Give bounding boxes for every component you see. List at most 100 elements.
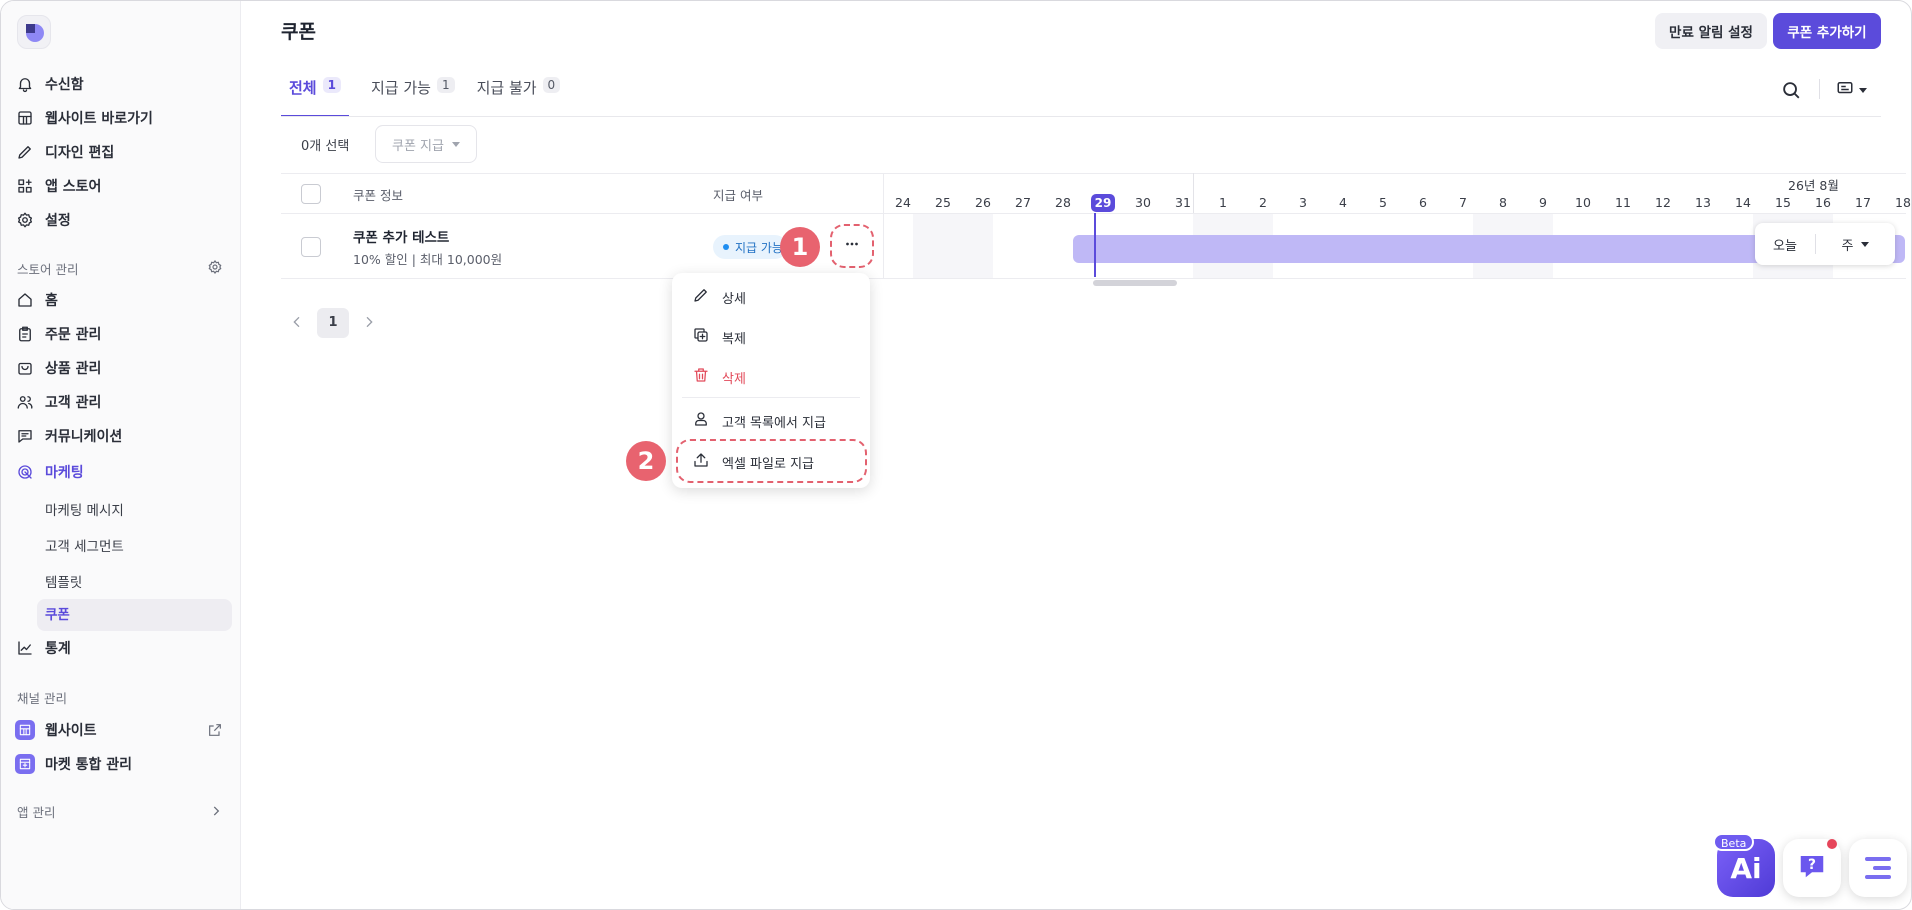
sidebar-item-stats[interactable]: 통계 — [15, 633, 71, 663]
tab-label: 지급 가능 — [370, 79, 431, 97]
expiry-alert-button[interactable]: 만료 알림 설정 — [1655, 13, 1767, 49]
menu-item-label: 복제 — [722, 331, 746, 347]
sidebar-item-settings[interactable]: 설정 — [15, 205, 71, 235]
caret-down-icon — [1859, 87, 1867, 93]
sidebar-item-label: 커뮤니케이션 — [45, 429, 123, 445]
sidebar-item-home[interactable]: 홈 — [15, 285, 58, 315]
step-marker-1: 1 — [780, 227, 820, 267]
gantt-day: 1 — [1219, 195, 1227, 210]
gantt-day: 17 — [1855, 195, 1871, 210]
table-top-border — [281, 173, 1906, 174]
today-line — [1094, 213, 1096, 277]
sidebar-subitem-customer-segment[interactable]: 고객 세그먼트 — [45, 535, 124, 555]
sidebar-item-products[interactable]: 상품 관리 — [15, 353, 101, 383]
menu-item-label: 고객 목록에서 지급 — [722, 415, 826, 431]
chat-icon — [15, 426, 35, 446]
menu-item-label: 삭제 — [722, 371, 746, 387]
sidebar-item-app-store[interactable]: 앱 스토어 — [15, 171, 101, 201]
page-number-current[interactable]: 1 — [317, 308, 349, 338]
trash-icon — [692, 366, 710, 388]
sidebar-item-label: 설정 — [45, 213, 71, 229]
sidebar-item-label: 앱 스토어 — [45, 179, 102, 195]
view-toggle-button[interactable] — [1835, 80, 1871, 100]
coupon-title[interactable]: 쿠폰 추가 테스트 — [353, 226, 449, 246]
users-icon — [15, 392, 35, 412]
sidebar-item-customers[interactable]: 고객 관리 — [15, 387, 101, 417]
view-mode-label: 주 — [1841, 238, 1854, 254]
gantt-day-today: 29 — [1091, 194, 1115, 212]
menu-item-detail[interactable]: 상세 — [692, 285, 746, 309]
tabs-divider — [281, 116, 1881, 117]
gantt-day: 6 — [1419, 195, 1427, 210]
view-mode-dropdown[interactable]: 주 — [1816, 235, 1895, 254]
tab-count: 1 — [436, 77, 455, 93]
external-link-icon[interactable] — [207, 722, 223, 738]
gantt-day: 2 — [1259, 195, 1267, 210]
today-button[interactable]: 오늘 — [1755, 235, 1815, 254]
tab-label: 지급 불가 — [476, 79, 537, 97]
sidebar-item-label: 웹사이트 바로가기 — [45, 111, 153, 127]
app-logo[interactable] — [17, 15, 51, 49]
sidebar-item-label: 고객 관리 — [45, 395, 102, 411]
gantt-day: 24 — [895, 195, 911, 210]
copy-icon — [692, 326, 710, 348]
quick-menu-button[interactable] — [1849, 839, 1907, 897]
bulk-issue-dropdown[interactable]: 쿠폰 지급 — [375, 125, 477, 163]
gantt-day: 30 — [1135, 195, 1151, 210]
chevron-right-icon[interactable] — [361, 314, 377, 330]
page-title: 쿠폰 — [281, 21, 316, 43]
section-label-app[interactable]: 앱 관리 — [17, 802, 55, 821]
sidebar-subitem-coupon[interactable]: 쿠폰 — [37, 599, 232, 631]
tab-unavailable[interactable]: 지급 불가 0 — [477, 69, 561, 117]
search-icon[interactable] — [1780, 79, 1802, 101]
display-icon — [1835, 79, 1855, 101]
sidebar-item-label: 홈 — [45, 293, 58, 309]
menu-item-duplicate[interactable]: 복제 — [692, 325, 746, 349]
menu-item-delete[interactable]: 삭제 — [692, 365, 746, 389]
gantt-day: 31 — [1175, 195, 1191, 210]
tab-count: 1 — [322, 77, 341, 93]
menu-divider — [682, 397, 860, 398]
apps-icon — [15, 176, 35, 196]
step-marker-2: 2 — [626, 441, 666, 481]
sidebar-subitem-template[interactable]: 템플릿 — [45, 571, 82, 591]
tab-available[interactable]: 지급 가능 1 — [371, 69, 455, 117]
sidebar-item-communication[interactable]: 커뮤니케이션 — [15, 421, 122, 451]
caret-down-icon — [451, 141, 460, 147]
status-badge: 지급 가능 — [713, 235, 787, 259]
sidebar-item-label: 디자인 편집 — [45, 145, 115, 161]
add-coupon-button[interactable]: 쿠폰 추가하기 — [1773, 13, 1881, 49]
target-icon — [15, 462, 35, 482]
beta-badge: Beta — [1713, 833, 1755, 851]
gantt-day: 10 — [1575, 195, 1591, 210]
sidebar-item-website-shortcut[interactable]: 웹사이트 바로가기 — [15, 103, 153, 133]
chevron-left-icon[interactable] — [289, 314, 305, 330]
sidebar-item-market-integration[interactable]: 마켓 통합 관리 — [15, 749, 132, 779]
chevron-right-icon[interactable] — [209, 803, 223, 817]
sidebar-item-orders[interactable]: 주문 관리 — [15, 319, 101, 349]
coupon-description: 10% 할인 | 최대 10,000원 — [353, 252, 503, 267]
column-header-status: 지급 여부 — [713, 188, 763, 203]
gantt-day: 3 — [1299, 195, 1307, 210]
sidebar-subitem-marketing-message[interactable]: 마케팅 메시지 — [45, 499, 124, 519]
gantt-day: 8 — [1499, 195, 1507, 210]
menu-item-issue-from-customer-list[interactable]: 고객 목록에서 지급 — [692, 409, 826, 433]
sidebar-item-marketing[interactable]: 마케팅 — [15, 457, 84, 487]
bag-icon — [15, 358, 35, 378]
gantt-day: 9 — [1539, 195, 1547, 210]
gantt-day: 5 — [1379, 195, 1387, 210]
sidebar-item-label: 수신함 — [45, 77, 84, 93]
gantt-scrollbar[interactable] — [1093, 280, 1177, 286]
select-all-checkbox[interactable] — [301, 184, 321, 204]
more-options-button[interactable] — [837, 231, 867, 261]
tab-all[interactable]: 전체 1 — [281, 69, 349, 117]
gantt-day: 13 — [1695, 195, 1711, 210]
sidebar-item-design[interactable]: 디자인 편집 — [15, 137, 114, 167]
sidebar-item-website[interactable]: 웹사이트 — [15, 715, 97, 745]
row-checkbox[interactable] — [301, 237, 321, 257]
sidebar-item-inbox[interactable]: 수신함 — [15, 69, 84, 99]
store-settings-gear-icon[interactable] — [207, 259, 223, 275]
pen-icon — [15, 142, 35, 162]
section-label-store: 스토어 관리 — [17, 262, 79, 277]
sidebar-item-label: 상품 관리 — [45, 361, 102, 377]
